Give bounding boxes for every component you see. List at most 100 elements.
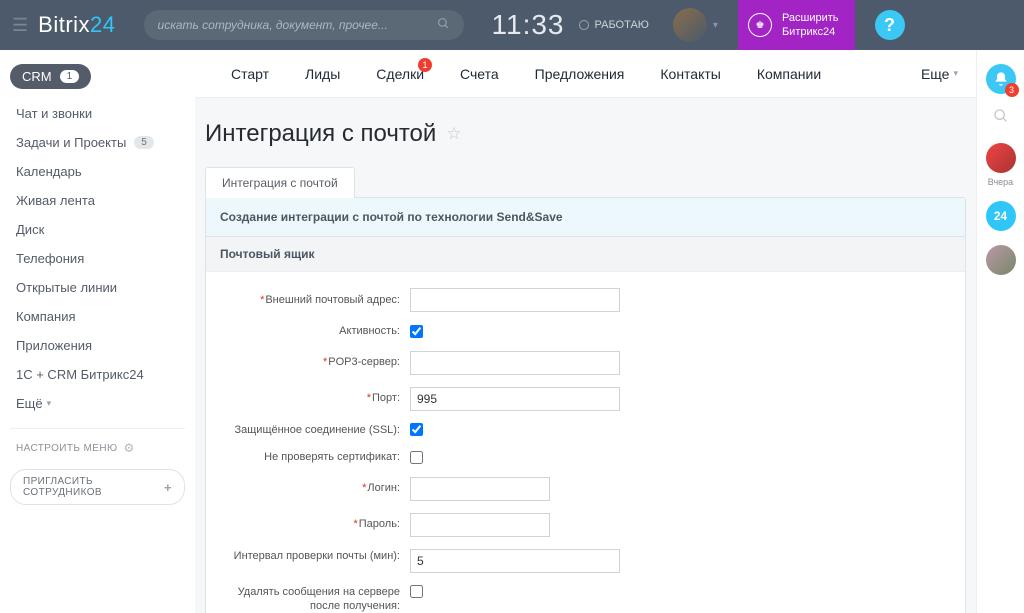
- favorite-star-icon[interactable]: ☆: [446, 124, 461, 144]
- rail-user-avatar-2[interactable]: [986, 245, 1016, 275]
- rail-b24-icon[interactable]: 24: [986, 201, 1016, 231]
- chevron-down-icon: ▾: [47, 398, 52, 409]
- user-avatar[interactable]: [673, 8, 707, 42]
- left-sidebar: CRM 1 Чат и звонки Задачи и Проекты 5 Ка…: [0, 50, 195, 613]
- tab-leads[interactable]: Лиды: [287, 50, 358, 98]
- tab-label: Старт: [231, 66, 269, 82]
- gear-icon: ⚙: [123, 441, 134, 455]
- sidebar-item-calendar[interactable]: Календарь: [10, 157, 185, 186]
- plus-icon: +: [164, 480, 172, 495]
- page-title: Интеграция с почтой: [205, 120, 436, 148]
- logo-text: Bitrix: [38, 12, 90, 37]
- rail-user-label: Вчера: [988, 177, 1013, 187]
- global-search[interactable]: [144, 10, 464, 40]
- sidebar-item-open-lines[interactable]: Открытые линии: [10, 273, 185, 302]
- label-interval: Интервал проверки почты (мин):: [220, 549, 400, 564]
- label-pop3: *POP3-сервер:: [220, 355, 400, 370]
- external-email-field[interactable]: [410, 288, 620, 312]
- count-badge: 1: [60, 70, 80, 83]
- sidebar-item-label: Диск: [16, 222, 44, 237]
- active-checkbox[interactable]: [410, 325, 423, 338]
- login-field[interactable]: [410, 477, 550, 501]
- work-status[interactable]: РАБОТАЮ: [579, 19, 649, 31]
- nocert-checkbox[interactable]: [410, 451, 423, 464]
- status-dot-icon: [579, 20, 589, 30]
- upgrade-button[interactable]: ♚ Расширить Битрикс24: [738, 0, 855, 50]
- search-input[interactable]: [158, 18, 437, 32]
- label-external-email: *Внешний почтовый адрес:: [220, 293, 400, 308]
- label-password: *Пароль:: [220, 517, 400, 532]
- top-header: ☰ Bitrix24 11:33 РАБОТАЮ ▾ ♚ Расширить Б…: [0, 0, 1024, 50]
- label-nocert: Не проверять сертификат:: [220, 450, 400, 465]
- tab-start[interactable]: Старт: [213, 50, 287, 98]
- tab-label: Сделки: [376, 66, 424, 82]
- port-field[interactable]: [410, 387, 620, 411]
- sidebar-item-label: Живая лента: [16, 193, 95, 208]
- settings-panel: Создание интеграции с почтой по технолог…: [205, 197, 966, 613]
- rail-search-icon[interactable]: [993, 108, 1009, 129]
- rail-user-avatar-1[interactable]: [986, 143, 1016, 173]
- label-port: *Порт:: [220, 391, 400, 406]
- tab-label: Счета: [460, 66, 499, 82]
- tab-invoices[interactable]: Счета: [442, 50, 517, 98]
- sidebar-item-label: Чат и звонки: [16, 106, 92, 121]
- configure-menu-label: НАСТРОИТЬ МЕНЮ: [16, 443, 117, 454]
- label-delete-after: Удалять сообщения на сервере после получ…: [220, 585, 400, 613]
- tab-label: Предложения: [535, 66, 625, 82]
- delete-after-checkbox[interactable]: [410, 585, 423, 598]
- avatar-caret-icon[interactable]: ▾: [713, 20, 718, 31]
- sidebar-item-company[interactable]: Компания: [10, 302, 185, 331]
- sidebar-item-label: Календарь: [16, 164, 82, 179]
- divider: [10, 428, 185, 429]
- logo-accent: 24: [90, 12, 115, 37]
- sidebar-item-feed[interactable]: Живая лента: [10, 186, 185, 215]
- tab-companies[interactable]: Компании: [739, 50, 839, 98]
- sidebar-item-label: Задачи и Проекты: [16, 135, 126, 150]
- tab-label: Контакты: [660, 66, 720, 82]
- sidebar-item-crm-active[interactable]: CRM 1: [10, 64, 91, 89]
- tab-label: Лиды: [305, 66, 340, 82]
- sidebar-item-label: Приложения: [16, 338, 92, 353]
- tabs-more[interactable]: Еще ▾: [921, 66, 958, 82]
- tabs-more-label: Еще: [921, 66, 950, 82]
- sidebar-item-apps[interactable]: Приложения: [10, 331, 185, 360]
- notifications-button[interactable]: 3: [986, 64, 1016, 94]
- sidebar-item-label: 1С + CRM Битрикс24: [16, 367, 144, 382]
- password-field[interactable]: [410, 513, 550, 537]
- notification-count: 3: [1005, 83, 1019, 97]
- interval-field[interactable]: [410, 549, 620, 573]
- help-button[interactable]: ?: [875, 10, 905, 40]
- sidebar-item-label: Компания: [16, 309, 76, 324]
- label-active: Активность:: [220, 324, 400, 339]
- sidebar-item-disk[interactable]: Диск: [10, 215, 185, 244]
- sidebar-item-chat[interactable]: Чат и звонки: [10, 99, 185, 128]
- crown-icon: ♚: [748, 13, 772, 37]
- work-status-label: РАБОТАЮ: [595, 19, 649, 31]
- sidebar-more[interactable]: Ещё ▾: [10, 389, 185, 418]
- invite-employees-button[interactable]: ПРИГЛАСИТЬ СОТРУДНИКОВ +: [10, 469, 185, 505]
- pop3-server-field[interactable]: [410, 351, 620, 375]
- tab-label: Компании: [757, 66, 821, 82]
- tab-deals[interactable]: Сделки 1: [358, 50, 442, 98]
- crm-tabs: Старт Лиды Сделки 1 Счета Предложения Ко…: [195, 50, 976, 98]
- clock[interactable]: 11:33: [492, 9, 565, 41]
- sidebar-item-label: CRM: [22, 69, 52, 84]
- sidebar-item-tasks[interactable]: Задачи и Проекты 5: [10, 128, 185, 157]
- sidebar-item-telephony[interactable]: Телефония: [10, 244, 185, 273]
- section-header-mailbox: Почтовый ящик: [206, 237, 965, 272]
- search-icon[interactable]: [437, 17, 450, 33]
- info-bar: Создание интеграции с почтой по технолог…: [206, 198, 965, 237]
- logo[interactable]: Bitrix24: [38, 12, 115, 38]
- sidebar-item-label: Телефония: [16, 251, 84, 266]
- hamburger-icon[interactable]: ☰: [12, 15, 28, 36]
- panel-tab-integration[interactable]: Интеграция с почтой: [205, 167, 355, 198]
- sidebar-more-label: Ещё: [16, 396, 43, 411]
- ssl-checkbox[interactable]: [410, 423, 423, 436]
- sidebar-item-1c-crm[interactable]: 1С + CRM Битрикс24: [10, 360, 185, 389]
- notification-badge: 1: [418, 58, 432, 72]
- count-badge: 5: [134, 136, 154, 149]
- configure-menu[interactable]: НАСТРОИТЬ МЕНЮ ⚙: [10, 441, 185, 469]
- tab-contacts[interactable]: Контакты: [642, 50, 738, 98]
- tab-offers[interactable]: Предложения: [517, 50, 643, 98]
- label-ssl: Защищённое соединение (SSL):: [220, 423, 400, 438]
